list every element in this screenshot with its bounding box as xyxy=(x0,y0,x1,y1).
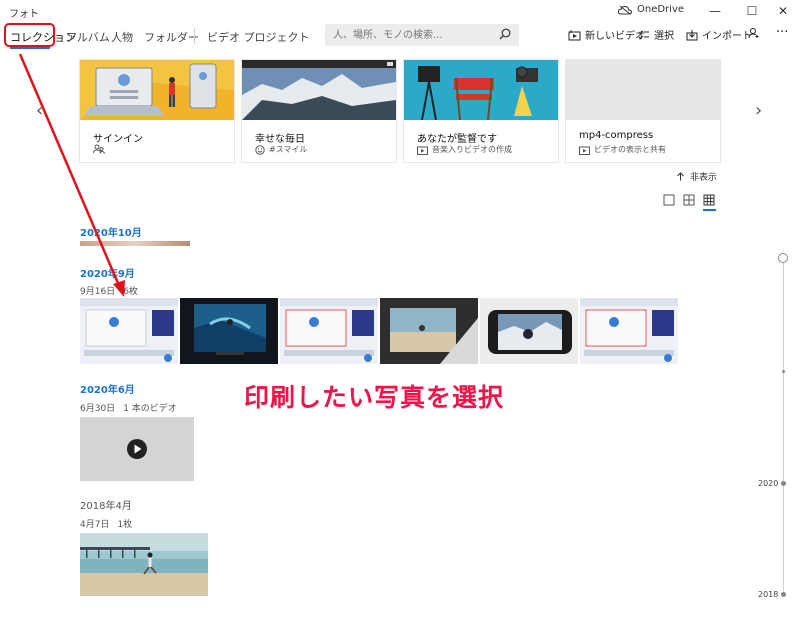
card-subtitle: 音楽入りビデオの作成 xyxy=(417,144,512,155)
date-line: 9月16日 6枚 xyxy=(80,284,138,297)
tab-albums[interactable]: アルバム xyxy=(66,29,110,45)
card-title: あなたが監督です xyxy=(417,134,497,145)
photo-thumbnail[interactable] xyxy=(280,298,378,364)
arrow-up-icon xyxy=(677,172,684,181)
photo-thumbnail[interactable] xyxy=(380,298,478,364)
month-heading[interactable]: 2020年9月 xyxy=(80,265,135,280)
tab-folders[interactable]: フォルダー xyxy=(144,29,199,45)
sign-in-illustration xyxy=(80,60,234,120)
month-heading[interactable]: 2018年4月 xyxy=(80,497,132,512)
video-project-icon xyxy=(417,146,428,155)
more-options-button[interactable]: ··· xyxy=(776,25,788,40)
search-box[interactable] xyxy=(325,24,519,46)
select-label: 選択 xyxy=(654,31,674,42)
item-count: 6枚 xyxy=(123,287,138,297)
view-large-icon[interactable] xyxy=(663,194,675,206)
maximize-button[interactable]: ☐ xyxy=(735,0,769,22)
card-sign-in[interactable]: サインイン xyxy=(80,60,234,162)
item-count: 1枚 xyxy=(117,520,133,530)
view-selected-indicator xyxy=(703,209,716,211)
tab-people[interactable]: 人物 xyxy=(111,29,133,45)
person-add-icon xyxy=(748,28,759,39)
carousel-next-icon[interactable]: › xyxy=(755,100,762,121)
timeline-year-label[interactable]: 2018 xyxy=(758,590,778,599)
nav-divider xyxy=(194,28,195,44)
mp4-compress-thumbnail xyxy=(566,60,720,120)
photo-thumbnail-strip[interactable] xyxy=(80,241,190,246)
date-label: 6月30日 xyxy=(80,404,116,414)
navigation-bar: コレクション アルバム 人物 フォルダー ビデオ プロジェクト 新しいビデオ 選… xyxy=(0,22,800,50)
timeline-marker[interactable] xyxy=(782,370,785,373)
photo-grid-row xyxy=(80,298,718,364)
photo-thumbnail[interactable] xyxy=(180,298,278,364)
select-button[interactable]: 選択 xyxy=(638,27,674,42)
timeline-handle[interactable] xyxy=(778,253,788,263)
card-director[interactable]: あなたが監督です 音楽入りビデオの作成 xyxy=(404,60,558,162)
photo-thumbnail[interactable] xyxy=(80,533,208,596)
hide-label: 非表示 xyxy=(690,173,718,183)
timeline-track[interactable] xyxy=(783,258,784,596)
annotation-text: 印刷したい写真を選択 xyxy=(244,383,505,412)
smile-icon xyxy=(255,144,265,155)
active-tab-indicator xyxy=(10,47,50,49)
minimize-button[interactable]: — xyxy=(698,0,732,22)
director-illustration xyxy=(404,60,558,120)
new-video-button[interactable]: 新しいビデオ xyxy=(568,27,645,42)
people-icon xyxy=(93,144,105,154)
new-video-label: 新しいビデオ xyxy=(585,31,645,42)
view-medium-icon[interactable] xyxy=(683,194,695,206)
card-mp4-compress[interactable]: mp4-compress ビデオの表示と共有 xyxy=(566,60,720,162)
card-title: サインイン xyxy=(93,134,143,145)
onedrive-label: OneDrive xyxy=(637,4,685,15)
card-happy-days[interactable]: 幸せな毎日 #スマイル xyxy=(242,60,396,162)
video-thumbnail[interactable] xyxy=(80,417,194,481)
cloud-icon xyxy=(618,5,632,14)
photo-thumbnail[interactable] xyxy=(80,298,178,364)
happy-days-thumbnail xyxy=(242,60,396,120)
month-heading[interactable]: 2020年10月 xyxy=(80,224,142,239)
carousel-prev-icon[interactable]: ‹ xyxy=(36,100,43,121)
search-icon[interactable] xyxy=(499,28,511,40)
import-label: インポート xyxy=(702,31,752,42)
app-title: フォト xyxy=(9,9,39,20)
photo-thumbnail[interactable] xyxy=(580,298,678,364)
date-line: 4月7日 1枚 xyxy=(80,517,132,530)
new-video-icon xyxy=(568,29,581,40)
timeline-marker[interactable] xyxy=(781,481,786,486)
date-label: 4月7日 xyxy=(80,520,110,530)
card-title: 幸せな毎日 xyxy=(255,134,305,145)
tab-video-projects[interactable]: ビデオ プロジェクト xyxy=(207,29,310,45)
play-icon[interactable] xyxy=(126,438,148,460)
card-subtitle: ビデオの表示と共有 xyxy=(579,144,666,155)
import-icon xyxy=(686,29,698,40)
import-button[interactable]: インポート xyxy=(686,27,752,42)
date-line: 6月30日 1 本のビデオ xyxy=(80,401,177,414)
item-count: 1 本のビデオ xyxy=(123,404,177,414)
video-project-icon xyxy=(579,146,590,155)
month-heading[interactable]: 2020年6月 xyxy=(80,381,135,396)
close-button[interactable]: ✕ xyxy=(766,0,800,22)
timeline-marker[interactable] xyxy=(781,592,786,597)
card-subtitle: #スマイル xyxy=(255,144,307,155)
view-small-icon[interactable] xyxy=(703,194,715,206)
select-icon xyxy=(638,30,649,39)
card-title: mp4-compress xyxy=(579,130,654,141)
tab-highlight-box xyxy=(4,23,55,47)
account-button[interactable] xyxy=(748,27,760,39)
title-bar: フォト OneDrive — ☐ ✕ xyxy=(0,0,800,22)
hide-button[interactable]: 非表示 xyxy=(676,170,717,183)
date-label: 9月16日 xyxy=(80,287,116,297)
search-input[interactable] xyxy=(333,27,493,43)
photo-thumbnail[interactable] xyxy=(480,298,578,364)
card-subtitle xyxy=(93,144,109,154)
timeline-year-label[interactable]: 2020 xyxy=(758,479,778,488)
onedrive-status[interactable]: OneDrive xyxy=(618,4,684,15)
